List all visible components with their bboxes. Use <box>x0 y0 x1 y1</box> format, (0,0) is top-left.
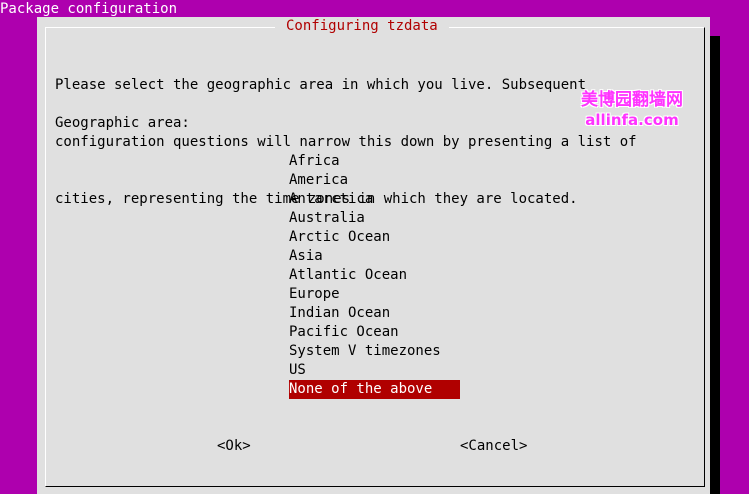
geographic-area-list[interactable]: Africa America Antarctica Australia Arct… <box>289 152 460 399</box>
list-item-europe[interactable]: Europe <box>289 285 460 304</box>
list-item-system-v-timezones[interactable]: System V timezones <box>289 342 460 361</box>
list-item-antarctica[interactable]: Antarctica <box>289 190 460 209</box>
ok-button[interactable]: <Ok> <box>217 437 251 456</box>
watermark-line-2: allinfa.com <box>585 111 679 129</box>
list-item-indian-ocean[interactable]: Indian Ocean <box>289 304 460 323</box>
list-item-pacific-ocean[interactable]: Pacific Ocean <box>289 323 460 342</box>
list-item-none-of-the-above[interactable]: None of the above <box>289 380 460 399</box>
prompt-line: Please select the geographic area in whi… <box>55 77 587 93</box>
watermark-line-1: 美博园翻墙网 <box>581 90 683 110</box>
list-item-us[interactable]: US <box>289 361 460 380</box>
list-item-australia[interactable]: Australia <box>289 209 460 228</box>
list-item-america[interactable]: America <box>289 171 460 190</box>
list-item-arctic-ocean[interactable]: Arctic Ocean <box>289 228 460 247</box>
watermark: 美博园翻墙网 allinfa.com <box>572 90 692 130</box>
dialog-shadow <box>710 36 720 494</box>
prompt-line: configuration questions will narrow this… <box>55 134 637 150</box>
list-item-asia[interactable]: Asia <box>289 247 460 266</box>
cancel-button[interactable]: <Cancel> <box>460 437 527 456</box>
list-item-atlantic-ocean[interactable]: Atlantic Ocean <box>289 266 460 285</box>
list-item-africa[interactable]: Africa <box>289 152 460 171</box>
geographic-area-label: Geographic area: <box>55 115 190 131</box>
dialog-title: Configuring tzdata <box>275 17 449 36</box>
